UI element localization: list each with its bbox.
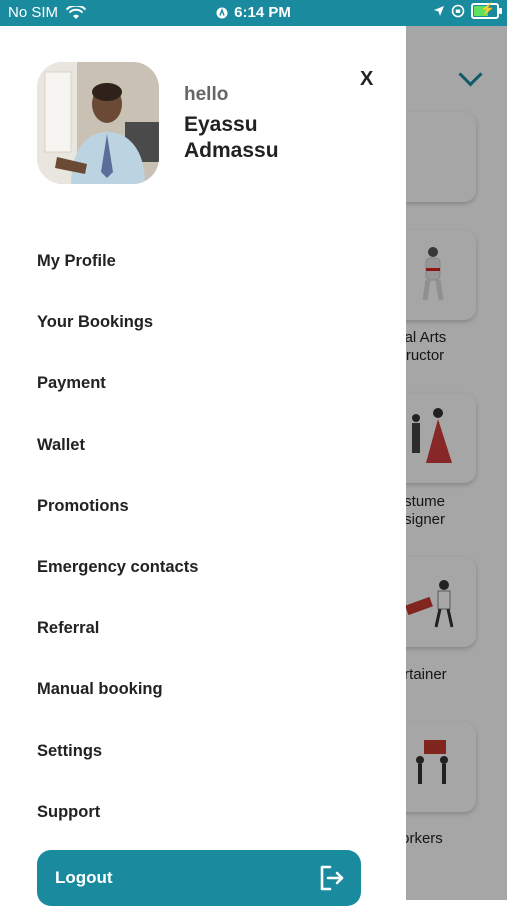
logout-icon	[320, 865, 344, 891]
drawer-menu: My Profile Your Bookings Payment Wallet …	[37, 252, 198, 864]
close-button[interactable]: X	[360, 68, 373, 91]
menu-item-your-bookings[interactable]: Your Bookings	[37, 313, 198, 374]
menu-item-manual-booking[interactable]: Manual booking	[37, 680, 198, 741]
battery-icon: ⚡	[471, 2, 502, 19]
status-time: 6:14 PM	[234, 4, 291, 21]
menu-item-my-profile[interactable]: My Profile	[37, 252, 198, 313]
menu-item-referral[interactable]: Referral	[37, 619, 198, 680]
menu-item-settings[interactable]: Settings	[37, 742, 198, 803]
navigation-drawer: X hello Eyassu Admassu My Profile Your B…	[0, 26, 406, 906]
logout-label: Logout	[55, 868, 113, 887]
avatar-photo	[37, 62, 159, 184]
location-arrow-icon	[434, 6, 444, 16]
menu-item-promotions[interactable]: Promotions	[37, 497, 198, 558]
greeting-text: hello	[184, 84, 229, 105]
status-right: ⚡	[433, 2, 502, 19]
menu-item-emergency-contacts[interactable]: Emergency contacts	[37, 558, 198, 619]
menu-item-payment[interactable]: Payment	[37, 374, 198, 435]
status-bar: No SIM 6:14 PM ⚡	[0, 0, 507, 26]
user-name: Eyassu Admassu	[184, 113, 279, 162]
lock-rotation-icon	[451, 4, 465, 18]
status-center: 6:14 PM	[0, 4, 507, 21]
alarm-icon	[216, 7, 228, 18]
menu-item-wallet[interactable]: Wallet	[37, 436, 198, 497]
logout-button[interactable]: Logout	[37, 850, 361, 906]
avatar	[37, 62, 159, 184]
drawer-scrim[interactable]	[406, 26, 507, 900]
